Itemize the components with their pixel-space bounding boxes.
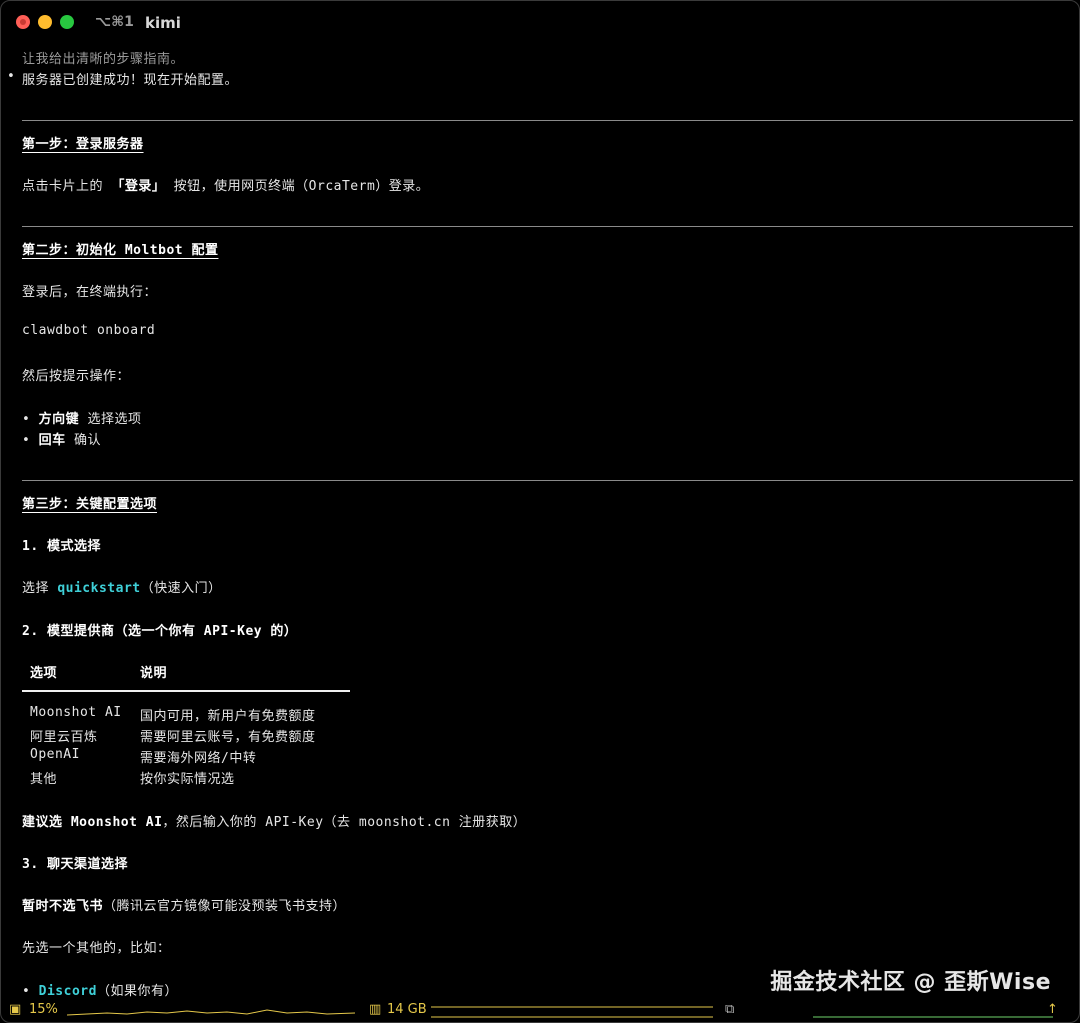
network-icon: ⧉ [725,1002,735,1017]
memory-icon: ▥ [369,1002,382,1017]
table-cell: 阿里云百炼 [30,730,98,745]
table-cell: 按你实际情况选 [140,772,235,787]
list-item: • 方向键 选择选项 [22,412,142,427]
title-bar: ⌥⌘1 kimi [1,1,1079,45]
close-button[interactable] [16,15,30,29]
step1-heading: 第一步：登录服务器 [22,137,144,152]
table-rule [22,690,350,692]
list-item: • 回车 确认 [22,433,101,448]
login-label: 「登录」 [111,179,166,194]
then-text: 然后按提示操作： [22,369,131,384]
tab-title[interactable]: kimi [145,14,181,32]
step2-heading: 第二步：初始化 Moltbot 配置 [22,243,219,258]
step3-heading: 第三步：关键配置选项 [22,497,158,512]
status-bar: ▣ 15% ▥ 14 GB ⧉ ↑ [1,998,1079,1022]
tab-shortcut: ⌥⌘1 [95,14,134,30]
mode-title: 1. 模式选择 [22,539,101,554]
cpu-icon: ▣ [9,1002,22,1017]
list-item: • Discord（如果你有） [22,984,178,999]
memory-sparkline [431,1006,713,1018]
table-cell: 其他 [30,772,58,787]
cpu-usage: 15% [29,1002,58,1017]
divider [22,480,1073,481]
suggest-text: 建议选 Moonshot AI，然后输入你的 API-Key（去 moonsho… [22,815,527,830]
zoom-button[interactable] [60,15,74,29]
minimize-button[interactable] [38,15,52,29]
table-header-desc: 说明 [140,666,168,681]
table-cell: Moonshot AI [30,705,122,720]
after-login-text: 登录后，在终端执行： [22,285,158,300]
table-cell: 需要海外网络/中转 [140,751,257,766]
table-header-option: 选项 [30,666,58,681]
memory-usage: 14 GB [387,1002,427,1017]
mode-text: 选择 quickstart（快速入门） [22,581,222,596]
divider [22,120,1073,121]
watermark: 掘金技术社区 @ 歪斯Wise [770,970,1051,995]
terminal-output[interactable]: 让我给出清晰的步骤指南。 • 服务器已创建成功！现在开始配置。 第一步：登录服务… [1,45,1079,999]
bullet-dot: • [7,69,16,84]
provider-title: 2. 模型提供商（选一个你有 API-Key 的） [22,624,298,639]
network-sparkline [813,1016,1053,1018]
created-line: 服务器已创建成功！现在开始配置。 [22,73,239,88]
table-cell: 需要阿里云账号，有免费额度 [140,730,316,745]
table-cell: 国内可用，新用户有免费额度 [140,709,316,724]
channel-title: 3. 聊天渠道选择 [22,857,128,872]
quickstart-keyword: quickstart [57,581,141,596]
channel-text: 暂时不选飞书（腾讯云官方镜像可能没预装飞书支持） [22,899,347,914]
command-text: clawdbot onboard [22,323,156,338]
intro-line: 让我给出清晰的步骤指南。 [22,52,185,67]
first-pick-text: 先选一个其他的，比如： [22,941,171,956]
table-cell: OpenAI [30,747,80,762]
divider [22,226,1073,227]
discord-keyword: Discord [38,984,97,999]
step1-text: 点击卡片上的 「登录」 按钮，使用网页终端（OrcaTerm）登录。 [22,179,430,194]
upload-arrow-icon: ↑ [1047,1002,1058,1017]
cpu-sparkline [67,1009,355,1016]
terminal-window: ⌥⌘1 kimi 让我给出清晰的步骤指南。 • 服务器已创建成功！现在开始配置。… [0,0,1080,1023]
